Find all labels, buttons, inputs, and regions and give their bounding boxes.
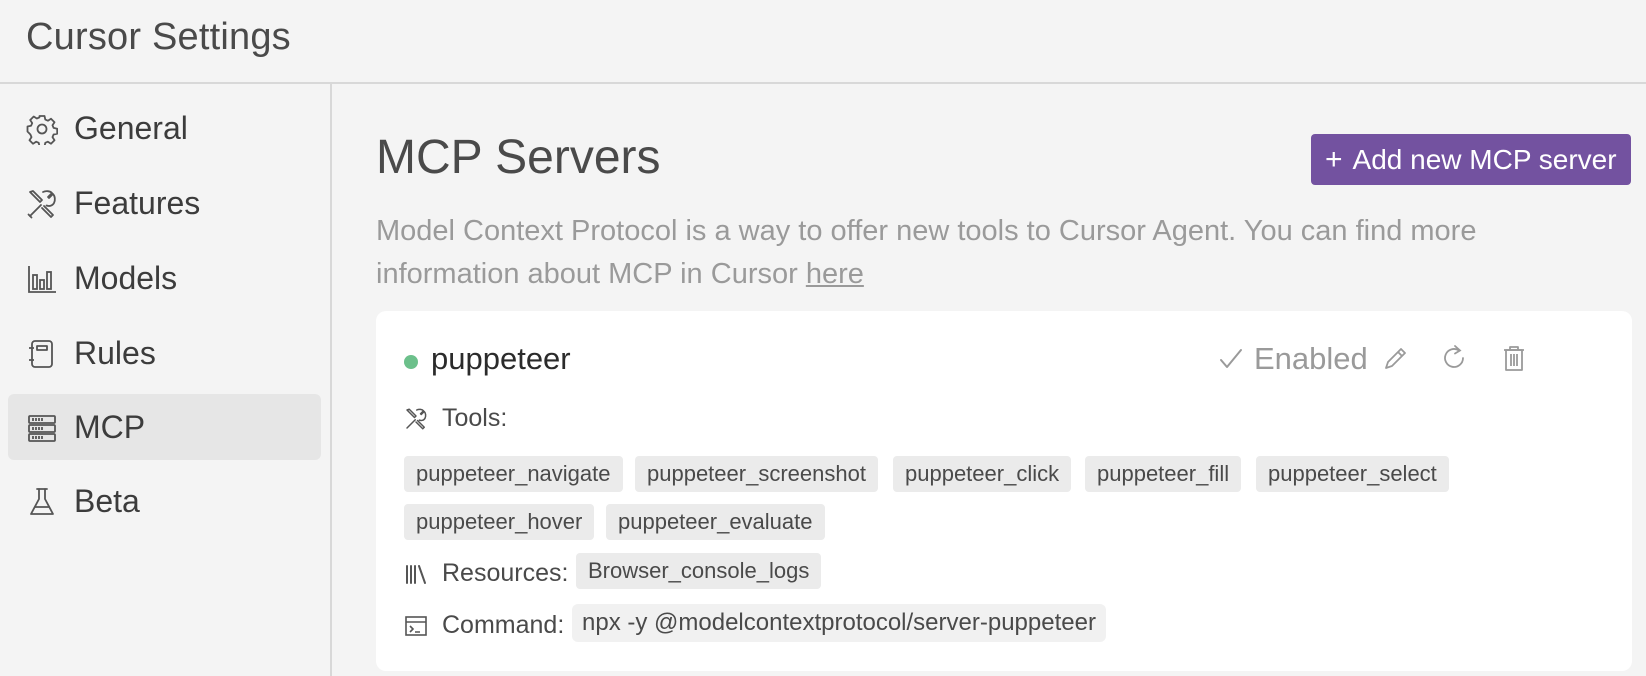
bar-chart-icon xyxy=(26,263,58,295)
resources-row-label: Resources: xyxy=(404,559,568,588)
description-text: Model Context Protocol is a way to offer… xyxy=(376,215,1477,290)
sidebar-item-label: MCP xyxy=(74,409,146,445)
sidebar-item-label: General xyxy=(74,110,188,146)
trash-icon[interactable] xyxy=(1499,343,1529,373)
sidebar-item-label: Models xyxy=(74,260,178,296)
resource-chip: Browser_console_logs xyxy=(576,553,822,589)
add-mcp-server-button[interactable]: + Add new MCP server xyxy=(1311,134,1631,185)
window-title: Cursor Settings xyxy=(26,16,291,58)
terminal-icon xyxy=(404,614,428,638)
title-bar: Cursor Settings xyxy=(0,0,1646,84)
sidebar-item-beta[interactable]: Beta xyxy=(8,468,321,534)
tool-chip: puppeteer_screenshot xyxy=(635,456,878,492)
enabled-label: Enabled xyxy=(1254,341,1368,376)
sidebar-item-models[interactable]: Models xyxy=(8,245,321,311)
tool-chip: puppeteer_select xyxy=(1256,456,1449,492)
sidebar-item-features[interactable]: Features xyxy=(8,170,321,236)
command-value: npx -y @modelcontextprotocol/server-pupp… xyxy=(572,604,1106,642)
main-content: MCP Servers + Add new MCP server Model C… xyxy=(334,84,1646,676)
mcp-docs-link[interactable]: here xyxy=(806,258,864,290)
sidebar-item-mcp[interactable]: MCP xyxy=(8,394,321,460)
command-label: Command: xyxy=(442,611,565,639)
flask-icon xyxy=(26,486,58,518)
server-rack-icon xyxy=(26,412,58,444)
sidebar-item-rules[interactable]: Rules xyxy=(8,320,321,386)
enabled-toggle[interactable]: Enabled xyxy=(1218,341,1368,377)
tools-label: Tools: xyxy=(442,404,508,432)
plus-icon: + xyxy=(1325,142,1343,176)
add-mcp-server-label: Add new MCP server xyxy=(1352,143,1617,175)
tools-row-label: Tools: xyxy=(404,404,507,433)
server-name: puppeteer xyxy=(431,341,571,376)
command-row-label: Command: xyxy=(404,611,564,640)
library-icon xyxy=(404,562,428,586)
status-indicator xyxy=(404,355,418,369)
sidebar: General Features Models Rules MCP Beta xyxy=(0,84,332,676)
page-title: MCP Servers xyxy=(376,131,661,184)
tool-chip: puppeteer_click xyxy=(893,456,1072,492)
sidebar-item-label: Features xyxy=(74,185,201,221)
tool-chip: puppeteer_evaluate xyxy=(606,504,825,540)
tools-icon xyxy=(404,407,428,431)
edit-icon[interactable] xyxy=(1381,343,1411,373)
refresh-icon[interactable] xyxy=(1440,343,1470,373)
resources-label: Resources: xyxy=(442,559,569,587)
notebook-icon xyxy=(26,338,58,370)
sidebar-item-label: Rules xyxy=(74,335,156,371)
tools-icon xyxy=(26,188,58,220)
tool-chip: puppeteer_hover xyxy=(404,504,595,540)
sidebar-item-label: Beta xyxy=(74,483,140,519)
check-icon xyxy=(1220,349,1242,368)
gear-icon xyxy=(26,113,58,145)
sidebar-item-general[interactable]: General xyxy=(8,95,321,161)
tool-chip: puppeteer_navigate xyxy=(404,456,623,492)
tool-chip: puppeteer_fill xyxy=(1085,456,1242,492)
mcp-server-card: puppeteer Enabled Tools: puppeteer_navig… xyxy=(376,311,1632,671)
page-description: Model Context Protocol is a way to offer… xyxy=(376,210,1576,296)
